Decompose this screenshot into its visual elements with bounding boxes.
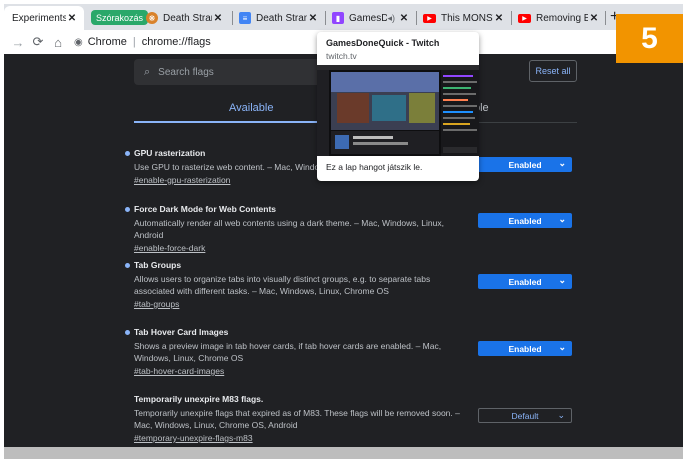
flag-link[interactable]: #temporary-unexpire-flags-m83 (134, 432, 574, 444)
omnibox[interactable]: ◉ Chrome | chrome://flags (74, 36, 211, 48)
select-value: Enabled (508, 159, 542, 170)
tab-experiments[interactable]: Experiments ✕ (4, 6, 84, 30)
flag-select[interactable]: Enabled ⌄ (478, 274, 572, 289)
youtube-icon: ▶ (518, 13, 531, 23)
twitch-icon: ▮ (332, 12, 344, 24)
tab-separator (232, 11, 233, 25)
tab-separator (325, 11, 326, 25)
reload-icon[interactable]: ⟳ (28, 34, 48, 50)
select-value: Default (511, 410, 539, 421)
chrome-icon: ◉ (74, 36, 83, 48)
tab-death-stranding-2[interactable]: ≡ Death Stranding ✕ (235, 6, 323, 30)
search-icon: ⌕ (144, 65, 151, 78)
flag-title: Temporarily unexpire M83 flags. (134, 394, 264, 404)
hover-card-domain: twitch.tv (326, 51, 357, 61)
tab-title: Death Stranding (163, 12, 212, 24)
tab-death-stranding-1[interactable]: ❋ Death Stranding ✕ (142, 6, 228, 30)
search-input[interactable]: ⌕ Search flags (134, 59, 334, 85)
flag-select[interactable]: Enabled ⌄ (478, 341, 572, 356)
tab-gamesdonequick[interactable]: ▮ GamesDone ◂) ✕ (328, 6, 414, 30)
tab-this-monster[interactable]: ▶ This MONSTER ✕ (419, 6, 509, 30)
divider: | (132, 36, 136, 48)
chevron-down-icon: ⌄ (558, 275, 566, 285)
tab-title: GamesDone (349, 12, 388, 24)
hover-card-audio-note: Ez a lap hangot játszik le. (326, 162, 423, 172)
document-icon: ≡ (239, 12, 251, 24)
fan-icon: ❋ (146, 12, 158, 24)
flag-entry: Force Dark Mode for Web Contents Automat… (125, 203, 574, 254)
flag-description: Allows users to organize tabs into visua… (134, 274, 431, 296)
chevron-down-icon: ⌄ (558, 158, 566, 168)
flag-link[interactable]: #tab-groups (134, 298, 574, 310)
tab-separator (605, 11, 606, 25)
browser-window: Experiments ✕ Szórakozás ❋ Death Strandi… (4, 4, 683, 459)
back-arrow-icon[interactable]: → (8, 35, 28, 50)
youtube-icon: ▶ (423, 13, 436, 23)
select-value: Enabled (508, 343, 542, 354)
close-icon[interactable]: ✕ (588, 13, 600, 24)
flag-select[interactable]: Enabled ⌄ (478, 157, 572, 172)
url-text: chrome://flags (141, 36, 211, 48)
flag-description: Automatically render all web contents us… (134, 218, 444, 240)
select-value: Enabled (508, 215, 542, 226)
close-icon[interactable]: ✕ (307, 13, 319, 24)
step-number-badge: 5 (616, 14, 683, 63)
tab-title: Removing EVER (536, 12, 588, 24)
close-icon[interactable]: ✕ (66, 13, 78, 24)
chevron-down-icon: ⌄ (558, 342, 566, 352)
flag-title: Tab Groups (134, 260, 182, 270)
tab-separator (416, 11, 417, 25)
flag-select[interactable]: Enabled ⌄ (478, 213, 572, 228)
modified-dot-icon (125, 263, 130, 268)
speaker-icon[interactable]: ◂) (387, 13, 395, 24)
tab-hover-card: GamesDoneQuick - Twitch twitch.tv Ez a l… (317, 32, 479, 181)
flag-link[interactable]: #enable-force-dark (134, 242, 574, 254)
close-icon[interactable]: ✕ (493, 13, 505, 24)
reset-all-button[interactable]: Reset all (529, 60, 577, 82)
tab-group-chip[interactable]: Szórakozás (91, 10, 149, 25)
close-icon[interactable]: ✕ (398, 13, 410, 24)
modified-dot-icon (125, 207, 130, 212)
flag-select[interactable]: Default ⌄ (478, 408, 572, 423)
modified-dot-icon (125, 330, 130, 335)
tab-title: This MONSTER (441, 12, 493, 24)
tab-title: Death Stranding (256, 12, 307, 24)
tab-title: Experiments (12, 12, 66, 24)
stream-screenshot (317, 65, 479, 156)
select-value: Enabled (508, 276, 542, 287)
hover-card-title: GamesDoneQuick - Twitch (326, 38, 440, 48)
close-icon[interactable]: ✕ (212, 13, 224, 24)
chevron-down-icon: ⌄ (558, 214, 566, 224)
chevron-down-icon: ⌄ (557, 410, 565, 420)
hover-card-preview-image (317, 65, 479, 156)
flag-description: Shows a preview image in tab hover cards… (134, 341, 442, 363)
tab-strip: Experiments ✕ Szórakozás ❋ Death Strandi… (4, 4, 683, 30)
flag-link[interactable]: #tab-hover-card-images (134, 365, 574, 377)
tab-available[interactable]: Available (229, 102, 273, 114)
search-placeholder: Search flags (158, 66, 214, 78)
tab-removing-ever[interactable]: ▶ Removing EVER ✕ (514, 6, 604, 30)
horizontal-scrollbar[interactable] (4, 447, 683, 459)
flag-title: Tab Hover Card Images (134, 327, 229, 337)
modified-dot-icon (125, 151, 130, 156)
home-icon[interactable]: ⌂ (48, 35, 68, 50)
flag-description: Temporarily unexpire flags that expired … (134, 408, 460, 430)
tab-separator (511, 11, 512, 25)
site-label: Chrome (87, 36, 127, 48)
